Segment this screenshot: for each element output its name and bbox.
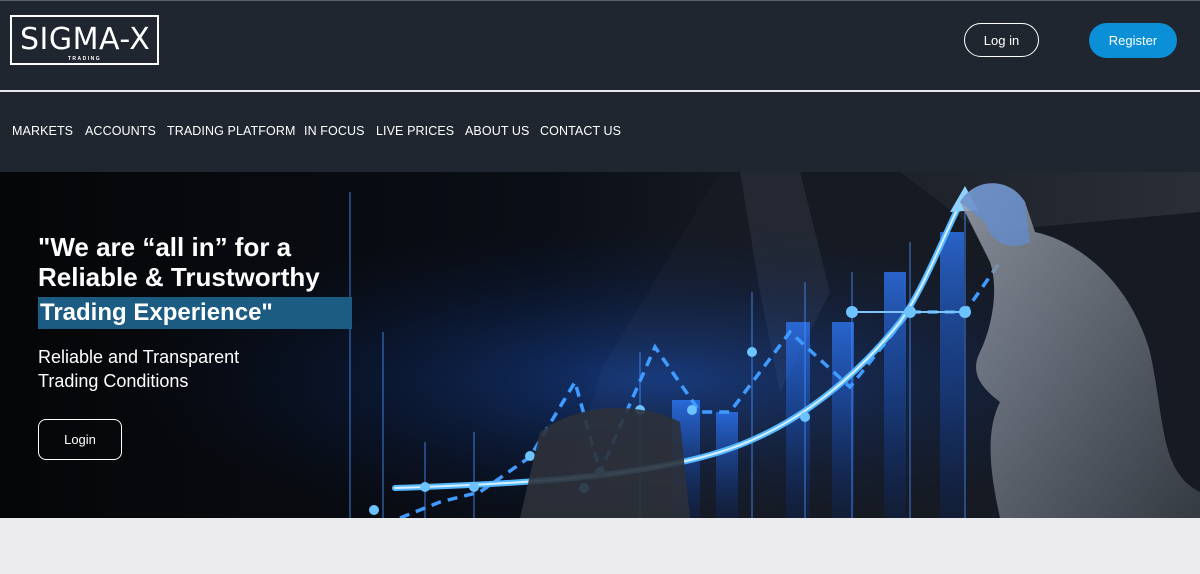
nav-item-trading-platform[interactable]: TRADING PLATFORM [167,124,295,138]
logo-wordmark: SIGMA-X [20,22,151,57]
nav-item-contact-us[interactable]: CONTACT US [540,124,621,138]
nav-item-accounts[interactable]: ACCOUNTS [85,124,156,138]
nav-item-about-us[interactable]: ABOUT US [465,124,529,138]
register-button[interactable]: Register [1089,23,1177,58]
hero-login-button[interactable]: Login [38,419,122,460]
logo-tagline: TRADING [67,56,102,62]
sigma-x-logo[interactable]: SIGMA-X TRADING [10,15,159,65]
hero-subtitle-line-1: Reliable and Transparent [38,347,240,367]
hero-title-line-2: Reliable & Trustworthy [38,262,320,292]
hero-title-highlight: Trading Experience" [38,297,352,329]
login-button[interactable]: Log in [964,23,1039,57]
nav-item-markets[interactable]: MARKETS [12,124,73,138]
nav-item-in-focus[interactable]: IN FOCUS [304,124,365,138]
top-header: SIGMA-X TRADING Log in Register [0,0,1200,90]
hero-title-line-1: "We are “all in” for a [38,232,292,262]
hero-title-highlight-text: Trading Experience" [40,299,273,326]
page-footer-area [0,518,1200,574]
hero-banner: "We are “all in” for a Reliable & Trustw… [0,172,1200,518]
main-navigation: MARKETS ACCOUNTS TRADING PLATFORM IN FOC… [0,92,1200,172]
nav-item-live-prices[interactable]: LIVE PRICES [376,124,454,138]
hero-subtitle-line-2: Trading Conditions [38,371,189,391]
